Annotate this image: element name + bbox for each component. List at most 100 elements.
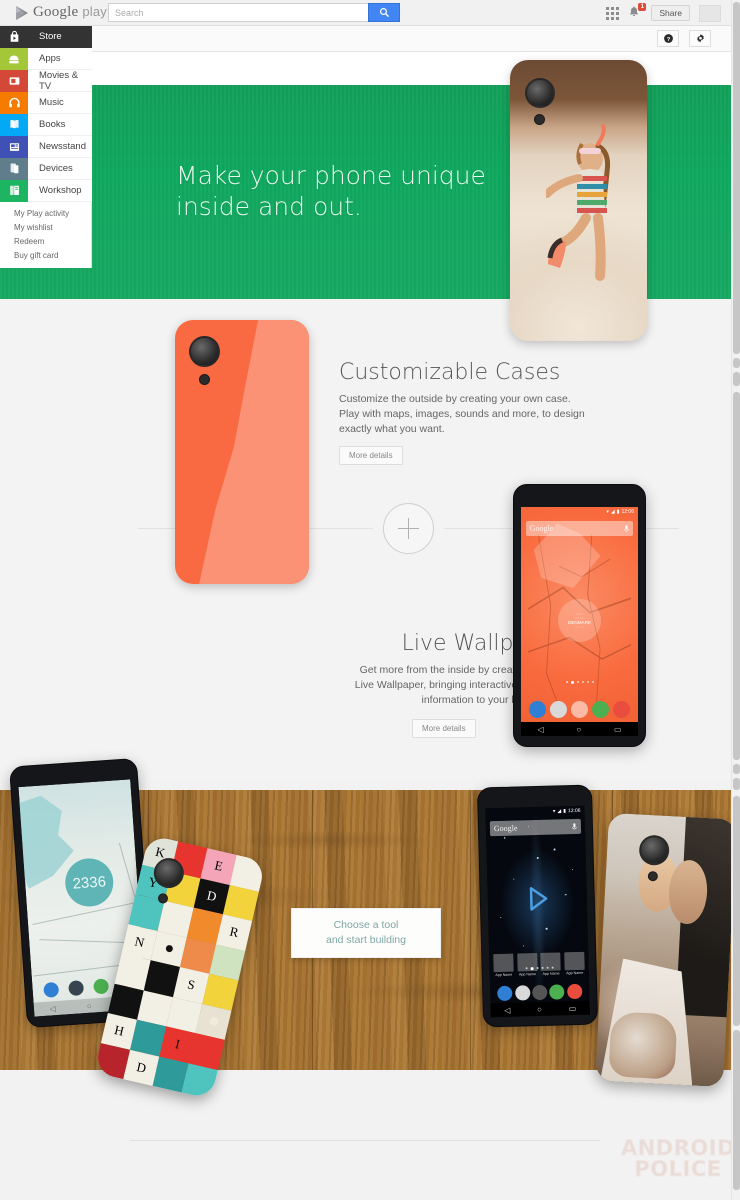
play-triangle-icon [16,5,28,20]
search-widget-text: Google [493,823,518,834]
choose-a-tool-cta-button[interactable]: Choose a tool and start building [291,908,441,958]
hangouts-icon[interactable] [592,701,609,718]
home-page-dots [521,681,638,684]
app-shortcut[interactable]: App Name [540,952,562,976]
scrollbar-thumb[interactable] [733,358,740,368]
sidebar-link-redeem[interactable]: Redeem [0,234,91,248]
microphone-icon [572,822,577,829]
sidebar-link-buy-gift-card[interactable]: Buy gift card [0,248,91,262]
signal-icon: ◢ [610,508,615,515]
sidebar-item-apps[interactable]: Apps [0,47,92,70]
camera-icon[interactable] [550,701,567,718]
headphones-music-icon [0,91,28,114]
scrollbar-thumb[interactable] [733,796,740,1026]
hangouts-icon[interactable] [549,984,565,1000]
cta-line1: Choose a tool [333,919,399,931]
app-label: App Name [542,971,560,976]
sidebar-label-devices: Devices [39,163,73,174]
sidebar-link-my-play-activity[interactable]: My Play activity [0,206,91,220]
hangouts-icon[interactable] [93,978,110,995]
wifi-icon: ▾ [552,808,556,815]
scrollbar-thumb[interactable] [733,778,740,790]
app-drawer-icon[interactable] [532,984,548,1001]
scrollbar-thumb[interactable] [733,2,740,354]
sidebar-label-books: Books [39,119,66,130]
app-shortcut[interactable]: App Name [516,953,538,977]
back-icon[interactable]: ◁ [537,725,543,734]
sidebar-item-workshop[interactable]: Workshop [0,179,92,202]
home-icon[interactable]: ○ [86,1001,91,1010]
orange-map-case [175,320,309,584]
app-shortcut[interactable]: App Name [493,953,514,978]
android-police-watermark: ANDROID POLICE [618,1137,738,1180]
avatar[interactable] [699,4,721,22]
back-icon[interactable]: ◁ [49,1004,56,1013]
scrollbar-thumb[interactable] [733,1030,740,1190]
app-drawer-icon[interactable] [571,701,588,718]
phone-icon[interactable] [529,701,546,718]
sidebar-item-devices[interactable]: Devices [0,157,92,180]
sidebar-item-books[interactable]: Books [0,113,92,136]
notification-count-badge: 1 [638,3,647,11]
android-apps-icon [0,47,28,70]
search-button[interactable] [368,3,400,22]
sidebar-item-store[interactable]: Store [0,25,92,48]
home-icon[interactable]: ○ [537,1004,542,1013]
brand-google: Google [33,4,79,20]
status-bar: ▾ ◢ ▮ 12:06 [521,507,638,516]
phone-screen: ▾ ◢ ▮ 12:06 Google App Name App Name App… [485,805,590,1018]
phone-dock [521,701,638,718]
recents-icon[interactable]: ▭ [569,1004,577,1013]
chrome-icon[interactable] [613,701,630,718]
app-shortcuts-row: App Name App Name App Name App Name [493,951,585,978]
case-letter: I [173,1036,182,1052]
settings-button[interactable] [689,30,711,47]
sidebar-label-newsstand: Newsstand [39,141,86,152]
camera-icon[interactable] [514,985,531,1001]
sidebar-item-newsstand[interactable]: Newsstand [0,135,92,158]
camera-icon[interactable] [68,980,85,997]
case-flash-hole [199,374,210,385]
help-button[interactable]: ? [657,30,679,47]
scrollbar-thumb[interactable] [733,392,740,760]
home-icon[interactable]: ○ [576,725,581,734]
section-body-customizable-cases: Customize the outside by creating your o… [339,392,629,437]
header-actions: 1 Share [606,0,721,26]
google-play-logo[interactable]: Google play [16,4,107,21]
search-widget-text: Google [529,524,554,533]
app-label: App Name [566,970,584,976]
share-button[interactable]: Share [651,5,690,21]
notification-bell-icon[interactable]: 1 [628,3,647,21]
more-details-button-cases[interactable]: More details [339,446,403,465]
hero-title-line1: Make your phone unique [176,161,486,190]
chrome-icon[interactable] [566,983,583,1000]
more-details-button-live-wallpapers[interactable]: More details [412,719,476,738]
search-input[interactable] [108,3,368,22]
case-letter: S [186,976,197,993]
footer-divider [130,1140,600,1141]
top-header-bar: Google play 1 Share [0,0,731,26]
case-camera-hole [189,336,220,367]
app-shortcut[interactable]: App Name [564,951,585,976]
sidebar-item-music[interactable]: Music [0,91,92,114]
google-search-widget[interactable]: Google [525,521,634,536]
google-play-workshop-page: Google play 1 Share [0,0,740,1200]
phone-icon[interactable] [43,981,60,998]
left-sidebar: Store Apps Movies & TV Music Books Newss… [0,25,92,268]
page-scrollbar[interactable] [731,0,740,1200]
toolbar-actions: ? [657,30,711,47]
back-icon[interactable]: ◁ [504,1005,510,1014]
google-search-widget[interactable]: Google [489,818,582,837]
sidebar-label-apps: Apps [39,53,61,64]
apps-grid-icon[interactable] [606,6,620,20]
gear-icon [696,34,704,43]
microphone-icon [624,524,629,531]
brand-play: play [82,4,107,19]
sidebar-link-my-wishlist[interactable]: My wishlist [0,220,91,234]
sidebar-label-movies-tv: Movies & TV [39,69,79,92]
scrollbar-thumb[interactable] [733,372,740,386]
recents-icon[interactable]: ▭ [614,725,622,734]
scrollbar-thumb[interactable] [733,764,740,774]
phone-icon[interactable] [497,985,513,1002]
sidebar-item-movies-tv[interactable]: Movies & TV [0,69,92,92]
